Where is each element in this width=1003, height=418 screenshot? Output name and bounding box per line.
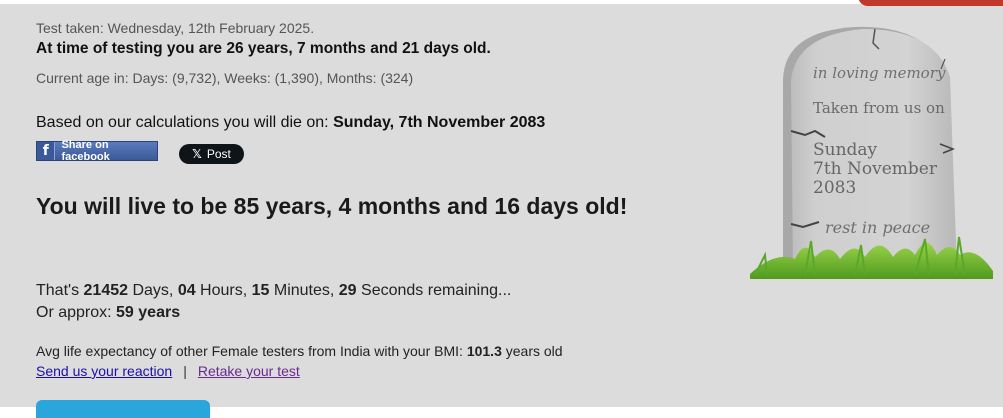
current-age-breakdown: Current age in: Days: (9,732), Weeks: (1… bbox=[36, 70, 414, 86]
share-facebook-label: Share on facebook bbox=[61, 139, 110, 163]
time-remaining: That's 21452 Days, 04 Hours, 15 Minutes,… bbox=[36, 282, 511, 300]
remaining-prefix: That's bbox=[36, 282, 84, 299]
cta-button[interactable] bbox=[36, 400, 210, 418]
top-accent-bar bbox=[858, 0, 1003, 6]
approx-remaining: Or approx: 59 years bbox=[36, 304, 180, 322]
death-date-line: Based on our calculations you will die o… bbox=[36, 114, 545, 132]
tombstone-year: 2083 bbox=[813, 178, 857, 198]
age-at-test: At time of testing you are 26 years, 7 m… bbox=[36, 40, 491, 57]
action-links: Send us your reaction | Retake your test bbox=[36, 363, 300, 379]
approx-value: 59 years bbox=[116, 304, 181, 321]
remaining-minutes: 15 bbox=[251, 282, 270, 299]
death-date: Sunday, 7th November 2083 bbox=[333, 114, 546, 131]
tombstone-day: Sunday bbox=[813, 140, 878, 160]
remaining-seconds-label: Seconds remaining... bbox=[356, 282, 512, 299]
tombstone-rip: rest in peace bbox=[825, 218, 931, 237]
avg-value: 101.3 bbox=[466, 343, 502, 359]
remaining-days-label: Days, bbox=[128, 282, 178, 299]
send-reaction-link[interactable]: Send us your reaction bbox=[36, 363, 172, 379]
approx-prefix: Or approx: bbox=[36, 304, 117, 321]
tombstone-day-month: 7th November bbox=[813, 159, 937, 179]
remaining-hours-label: Hours, bbox=[195, 282, 252, 299]
x-post-label: Post bbox=[206, 147, 231, 161]
facebook-icon: f bbox=[37, 142, 56, 160]
tombstone-illustration: in loving memory Taken from us on Sunday… bbox=[745, 19, 995, 279]
x-logo-icon: 𝕏 bbox=[192, 147, 202, 161]
share-facebook-button[interactable]: f Share on facebook bbox=[36, 139, 158, 163]
results-panel: Test taken: Wednesday, 12th February 202… bbox=[0, 0, 1003, 418]
tombstone-date: Sunday 7th November 2083 bbox=[813, 141, 937, 198]
remaining-hours: 04 bbox=[177, 282, 196, 299]
test-date: Test taken: Wednesday, 12th February 202… bbox=[36, 20, 315, 36]
tombstone-taken: Taken from us on bbox=[813, 99, 945, 117]
death-prefix: Based on our calculations you will die o… bbox=[36, 114, 334, 131]
lifespan-headline: You will live to be 85 years, 4 months a… bbox=[36, 193, 628, 219]
avg-life-expectancy: Avg life expectancy of other Female test… bbox=[36, 343, 563, 359]
remaining-seconds: 29 bbox=[338, 282, 357, 299]
remaining-days: 21452 bbox=[83, 282, 129, 299]
avg-suffix: years old bbox=[501, 343, 563, 359]
avg-prefix: Avg life expectancy of other Female test… bbox=[36, 343, 467, 359]
retake-test-link[interactable]: Retake your test bbox=[198, 363, 300, 379]
link-separator: | bbox=[183, 363, 187, 379]
remaining-minutes-label: Minutes, bbox=[269, 282, 339, 299]
tombstone-memory: in loving memory bbox=[813, 64, 946, 82]
x-post-button[interactable]: 𝕏 Post bbox=[179, 144, 244, 164]
